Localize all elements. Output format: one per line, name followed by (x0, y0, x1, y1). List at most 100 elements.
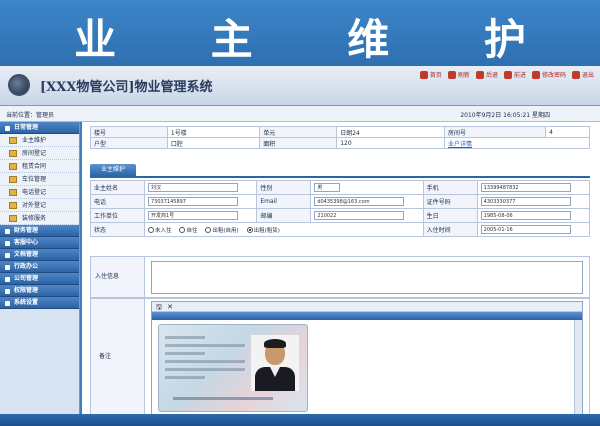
refresh-icon (447, 70, 456, 79)
checkin-label: 入住时间 (422, 222, 478, 237)
note-row: 备注 🖫 ✕ (90, 298, 590, 420)
sidebar-group-docs[interactable]: 文档管理 (0, 249, 79, 261)
email-label: Email (256, 194, 312, 209)
radio-selected-icon (246, 227, 253, 233)
sidebar-group-permission[interactable]: 权限管理 (0, 285, 79, 297)
sidebar-item-parking[interactable]: 车位管理 (0, 173, 79, 186)
folder-icon (9, 189, 17, 196)
name-label: 业主姓名 (90, 180, 145, 195)
logout-link[interactable]: 退出 (571, 70, 594, 79)
gender-select[interactable]: 男 (314, 183, 341, 192)
id-input[interactable]: 4303330377 (480, 197, 571, 206)
room-info-table: 楼号 1号楼 单元 日朗24 房间号 4 户型 口腔 面积 120 业户详情 (90, 126, 591, 149)
logo-icon (8, 74, 30, 96)
editor-header-bar (152, 312, 582, 320)
sidebar-group-company[interactable]: 公司管理 (0, 273, 79, 285)
checkin-info-textarea[interactable] (151, 261, 583, 294)
tab-owner-maintenance[interactable]: 业主维护 (90, 164, 136, 176)
status-radio-vacant[interactable]: 未入住 (148, 226, 172, 234)
home-link[interactable]: 首页 (419, 70, 442, 79)
folder-icon (9, 202, 17, 209)
app-header: [XXX物管公司]物业管理系统 首页 刷新 后退 前进 修改密码 退出 (0, 66, 600, 106)
phone-label: 电话 (90, 194, 145, 209)
area-value: 120 (336, 137, 445, 149)
breadcrumb-bar: 当前位置：管理员 2010年9月2日 16:05:21 星期四 (0, 106, 600, 122)
sidebar-item-external[interactable]: 对外登记 (0, 199, 79, 212)
note-label: 备注 (91, 299, 145, 419)
id-card-image (158, 324, 308, 412)
checkin-input[interactable]: 2005-01-16 (480, 225, 571, 234)
status-radio-self[interactable]: 自住 (179, 226, 197, 234)
building-label: 楼号 (90, 126, 168, 138)
status-label: 状态 (90, 222, 145, 237)
sidebar-item-owner[interactable]: 业主维护 (0, 134, 79, 147)
sidebar-group-finance[interactable]: 财务管理 (0, 225, 79, 237)
sidebar-group-system[interactable]: 系统设置 (0, 297, 79, 309)
sidebar-group-service[interactable]: 客服中心 (0, 237, 79, 249)
folder-icon (9, 150, 17, 157)
workunit-input[interactable]: 开发商1号 (148, 211, 238, 220)
back-link[interactable]: 后退 (475, 70, 498, 79)
owner-detail-link[interactable]: 业户详情 (443, 137, 591, 149)
back-icon (475, 70, 484, 79)
exit-icon (571, 70, 580, 79)
owner-form: 业主姓名 刘汉 性别 男 手机 13399487832 电话 730371458… (90, 180, 591, 237)
room-value: 4 (545, 126, 590, 138)
area-label: 面积 (259, 137, 338, 149)
forward-link[interactable]: 前进 (503, 70, 526, 79)
zip-label: 邮编 (256, 208, 312, 223)
folder-icon (9, 176, 17, 183)
portrait-photo (251, 335, 299, 391)
workunit-label: 工作单位 (90, 208, 145, 223)
gender-label: 性别 (256, 180, 312, 195)
radio-icon (148, 227, 154, 233)
breadcrumb: 当前位置：管理员 (6, 112, 55, 119)
zip-input[interactable]: 210022 (314, 211, 405, 220)
id-label: 证件号码 (422, 194, 478, 209)
tab-divider (90, 176, 590, 178)
sidebar-group-admin[interactable]: 行政办公 (0, 261, 79, 273)
change-password-link[interactable]: 修改密码 (531, 70, 566, 79)
radio-icon (205, 227, 212, 233)
unit-value: 日朗24 (336, 126, 445, 138)
unit-label: 单元 (259, 126, 338, 138)
editor-scrollbar[interactable] (574, 320, 582, 416)
email-input[interactable]: d0435398@163.com (314, 197, 405, 206)
name-input[interactable]: 刘汉 (148, 183, 238, 192)
sidebar-item-phone[interactable]: 电话登记 (0, 186, 79, 199)
card-number-line (173, 397, 273, 400)
folder-icon (9, 163, 17, 170)
birth-input[interactable]: 1985-08-06 (480, 211, 571, 220)
title-banner: 业 主 维 护 (0, 0, 600, 66)
checkin-info-row: 入住信息 (90, 256, 590, 298)
mobile-label: 手机 (422, 180, 478, 195)
checkin-info-label: 入住信息 (91, 257, 145, 297)
sidebar-group-daily[interactable]: 日常管理 (0, 122, 79, 134)
note-editor[interactable]: 🖫 ✕ (151, 301, 583, 417)
refresh-link[interactable]: 刷新 (447, 70, 470, 79)
status-radio-rent-lease[interactable]: 出租(租赁) (246, 226, 280, 234)
close-icon[interactable]: ✕ (166, 303, 174, 311)
status-radio-rent-self[interactable]: 出租(自用) (205, 226, 239, 234)
home-icon (419, 70, 428, 79)
sidebar-item-lease[interactable]: 租赁合同 (0, 160, 79, 173)
editor-toolbar: 🖫 ✕ (152, 302, 582, 312)
mobile-input[interactable]: 13399487832 (480, 183, 571, 192)
layout-value: 口腔 (166, 137, 261, 149)
sidebar-item-renovation[interactable]: 装修服务 (0, 212, 79, 225)
app-title: [XXX物管公司]物业管理系统 (40, 80, 213, 95)
folder-icon (9, 215, 17, 222)
phone-input[interactable]: 73037145897 (148, 197, 238, 206)
main-content: 楼号 1号楼 单元 日朗24 房间号 4 户型 口腔 面积 120 业户详情 业… (82, 122, 600, 426)
card-text-lines (165, 331, 245, 384)
building-value: 1号楼 (166, 126, 261, 138)
layout-label: 户型 (90, 137, 168, 149)
key-icon (531, 70, 540, 79)
room-label: 房间号 (443, 126, 547, 138)
page-title: 业 主 维 护 (74, 15, 566, 64)
folder-icon (9, 137, 17, 144)
save-icon[interactable]: 🖫 (155, 303, 163, 311)
sidebar-item-room[interactable]: 房间登记 (0, 147, 79, 160)
footer-bar (0, 414, 600, 426)
top-links: 首页 刷新 后退 前进 修改密码 退出 (419, 70, 594, 79)
